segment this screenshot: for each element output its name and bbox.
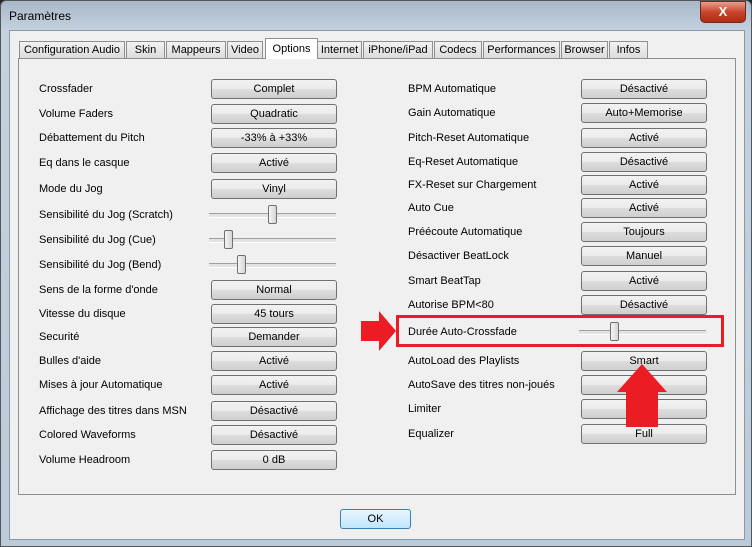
- tab-skin[interactable]: Skin: [126, 41, 165, 58]
- tab-mappeurs[interactable]: Mappeurs: [166, 41, 226, 58]
- option-label: Gain Automatique: [408, 107, 496, 119]
- option-label: Autorise BPM<80: [408, 299, 494, 311]
- option-label: Sens de la forme d'onde: [39, 284, 158, 296]
- option-label: Affichage des titres dans MSN: [39, 405, 187, 417]
- option-label: FX-Reset sur Chargement: [408, 179, 537, 191]
- option-slider-track[interactable]: [209, 255, 336, 274]
- option-label: Auto Cue: [408, 202, 454, 214]
- tab-performances[interactable]: Performances: [483, 41, 560, 58]
- option-label: Volume Headroom: [39, 454, 131, 466]
- option-value-button[interactable]: Manuel: [581, 246, 707, 266]
- option-label: BPM Automatique: [408, 83, 497, 95]
- option-label: Mode du Jog: [39, 183, 103, 195]
- option-label: Sensibilité du Jog (Bend): [39, 259, 162, 271]
- ok-button[interactable]: OK: [340, 509, 411, 529]
- red-arrow-up-icon: [617, 364, 667, 427]
- option-label: Smart BeatTap: [408, 275, 481, 287]
- option-value-button[interactable]: 0 dB: [211, 450, 337, 470]
- option-value-button[interactable]: Désactivé: [581, 152, 707, 172]
- tab-video[interactable]: Video: [227, 41, 263, 58]
- option-value-button[interactable]: Normal: [211, 280, 337, 300]
- close-button[interactable]: X: [700, 1, 746, 23]
- tab-internet[interactable]: Internet: [317, 41, 362, 58]
- option-value-button[interactable]: Demander: [211, 327, 337, 347]
- option-value-button[interactable]: Quadratic: [211, 104, 337, 124]
- option-label: Limiter: [408, 403, 442, 415]
- option-value-button[interactable]: -33% à +33%: [211, 128, 337, 148]
- option-label: Colored Waveforms: [39, 429, 136, 441]
- tab-options[interactable]: Options: [265, 38, 318, 59]
- option-label: Sensibilité du Jog (Cue): [39, 234, 156, 246]
- option-label: Débattement du Pitch: [39, 132, 145, 144]
- window-title: Paramètres: [9, 9, 72, 23]
- option-value-button[interactable]: Désactivé: [211, 425, 337, 445]
- option-slider-track[interactable]: [209, 230, 336, 249]
- option-value-button[interactable]: 45 tours: [211, 304, 337, 324]
- option-value-button[interactable]: Activé: [581, 271, 707, 291]
- option-value-button[interactable]: Désactivé: [211, 401, 337, 421]
- option-label: AutoLoad des Playlists: [408, 355, 520, 367]
- option-label: Sensibilité du Jog (Scratch): [39, 209, 173, 221]
- option-label: Eq-Reset Automatique: [408, 156, 519, 168]
- option-value-button[interactable]: Complet: [211, 79, 337, 99]
- tab-infos[interactable]: Infos: [609, 41, 648, 58]
- option-value-button[interactable]: Activé: [211, 375, 337, 395]
- option-value-button[interactable]: Activé: [211, 351, 337, 371]
- option-value-button[interactable]: Activé: [581, 128, 707, 148]
- slider-thumb[interactable]: [267, 205, 277, 224]
- option-label: Pitch-Reset Automatique: [408, 132, 530, 144]
- option-value-button[interactable]: Désactivé: [581, 295, 707, 315]
- tab-browser[interactable]: Browser: [561, 41, 608, 58]
- option-label: Equalizer: [408, 428, 454, 440]
- slider-thumb[interactable]: [224, 230, 234, 249]
- option-label: Mises à jour Automatique: [39, 379, 163, 391]
- option-value-button[interactable]: Toujours: [581, 222, 707, 242]
- option-label: Crossfader: [39, 83, 93, 95]
- red-arrow-right-icon: [361, 311, 396, 351]
- option-value-button[interactable]: Désactivé: [581, 79, 707, 99]
- tab-iphone-ipad[interactable]: iPhone/iPad: [363, 41, 433, 58]
- option-value-button[interactable]: Vinyl: [211, 179, 337, 199]
- tab-configuration-audio[interactable]: Configuration Audio: [19, 41, 125, 58]
- slider-thumb[interactable]: [237, 255, 247, 274]
- option-label: Désactiver BeatLock: [408, 250, 509, 262]
- option-slider-track[interactable]: [209, 205, 336, 224]
- option-value-button[interactable]: Activé: [211, 153, 337, 173]
- option-label: Vitesse du disque: [39, 308, 126, 320]
- option-value-button[interactable]: Activé: [581, 198, 707, 218]
- option-label: Volume Faders: [39, 108, 113, 120]
- option-value-button[interactable]: Activé: [581, 175, 707, 195]
- option-label: AutoSave des titres non-joués: [408, 379, 555, 391]
- option-label: Préécoute Automatique: [408, 226, 523, 238]
- option-value-button[interactable]: Auto+Memorise: [581, 103, 707, 123]
- highlight-box: [396, 315, 724, 347]
- option-label: Bulles d'aide: [39, 355, 102, 367]
- option-label: Securité: [39, 331, 80, 343]
- tab-codecs[interactable]: Codecs: [434, 41, 482, 58]
- option-label: Eq dans le casque: [39, 157, 130, 169]
